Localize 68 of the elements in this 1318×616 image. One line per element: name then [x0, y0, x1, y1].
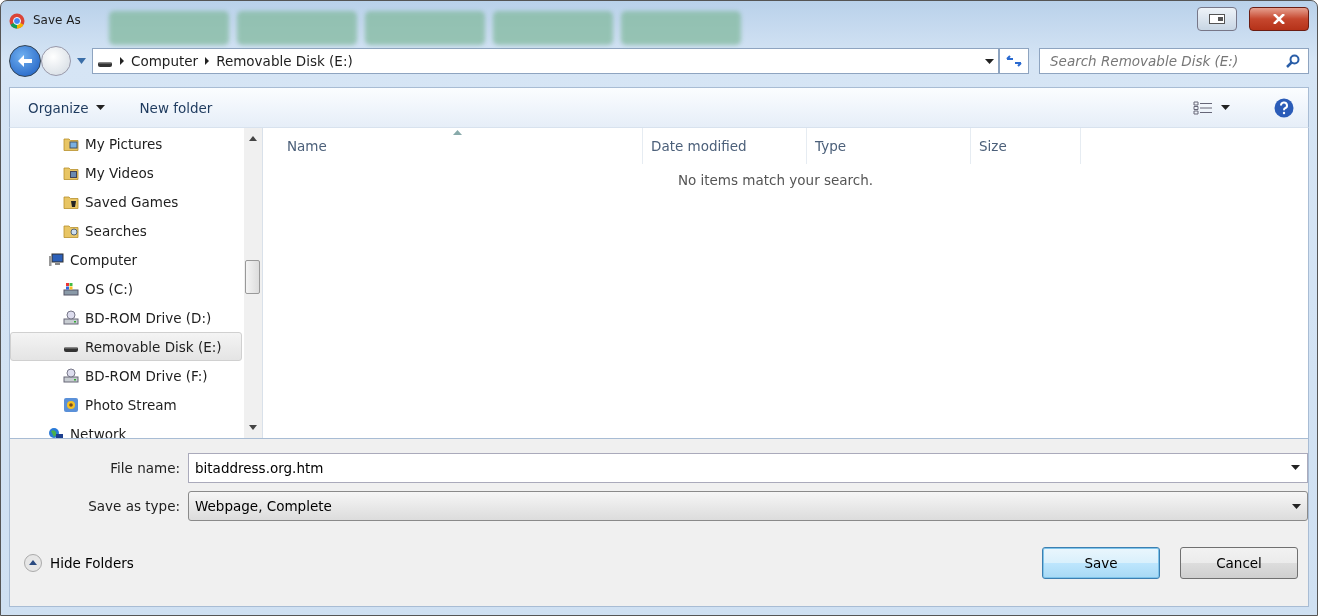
caret-icon: [1292, 503, 1301, 509]
caret-icon: [1291, 465, 1300, 470]
breadcrumb[interactable]: Computer: [131, 53, 199, 69]
os-drive-icon: [63, 280, 79, 297]
column-header[interactable]: Name: [263, 128, 643, 164]
hide-folders-button[interactable]: Hide Folders: [24, 554, 134, 572]
field-label: Save as type:: [87, 498, 180, 514]
caret-icon: [1221, 105, 1230, 110]
nav-item[interactable]: OS (C:): [10, 274, 242, 303]
games-icon: [63, 193, 79, 210]
file-name-field[interactable]: bitaddress.org.htm: [188, 453, 1308, 483]
sort-arrow-icon: [452, 130, 462, 135]
new-folder-button[interactable]: New folder: [135, 97, 217, 118]
column-header[interactable]: Date modified: [643, 128, 807, 164]
removable-icon: [63, 347, 79, 352]
optical-icon: [63, 367, 79, 384]
scroll-thumb[interactable]: [245, 260, 260, 294]
caret-icon: [96, 105, 106, 110]
breadcrumb[interactable]: Removable Disk (E:): [216, 53, 353, 69]
field-label: File name:: [109, 460, 180, 476]
nav-item[interactable]: My Videos: [10, 158, 242, 187]
column-header[interactable]: Type: [807, 128, 971, 164]
optical-icon: [63, 309, 79, 326]
pictures-icon: [63, 135, 79, 152]
photo-icon: [63, 396, 79, 413]
nav-item[interactable]: Photo Stream: [10, 390, 242, 419]
browser-logo-icon: [9, 13, 25, 29]
searches-icon: [63, 222, 79, 239]
empty-message: No items match your search.: [677, 172, 874, 188]
window-title: Save As: [33, 13, 81, 27]
refresh-arrows-icon: [1006, 55, 1022, 67]
refresh-button[interactable]: [999, 48, 1029, 74]
nav-item[interactable]: Network: [10, 419, 242, 438]
nav-item[interactable]: BD-ROM Drive (F:): [10, 361, 242, 390]
file-type-dropdown[interactable]: Webpage, Complete: [188, 491, 1308, 521]
removable-icon: [97, 61, 113, 67]
collapse-icon: [24, 554, 42, 572]
scroll-up-icon: [249, 136, 257, 141]
back-button[interactable]: [9, 45, 41, 77]
caret-icon: [985, 58, 994, 64]
nav-item[interactable]: My Pictures: [10, 129, 242, 158]
back-arrow-icon: [17, 54, 33, 68]
snap-button[interactable]: [1197, 7, 1237, 31]
nav-item[interactable]: Removable Disk (E:): [10, 332, 242, 361]
nav-item[interactable]: BD-ROM Drive (D:): [10, 303, 242, 332]
save-button[interactable]: Save: [1042, 547, 1160, 579]
column-header[interactable]: Size: [971, 128, 1081, 164]
details-view-icon: [1193, 100, 1213, 115]
organize-menu[interactable]: Organize: [24, 97, 110, 118]
nav-item[interactable]: Saved Games: [10, 187, 242, 216]
history-caret-icon: [77, 58, 86, 64]
close-icon: [1273, 14, 1285, 24]
videos-icon: [63, 164, 79, 181]
scroll-down-icon: [249, 425, 257, 430]
search-icon: [1286, 54, 1300, 68]
cancel-button[interactable]: Cancel: [1180, 547, 1298, 579]
window-icon: [1209, 14, 1225, 24]
chevron-icon: [204, 57, 211, 65]
nav-item[interactable]: Computer: [10, 245, 242, 274]
help-icon[interactable]: [1274, 97, 1294, 118]
network-icon: [48, 425, 64, 438]
close-button[interactable]: [1249, 7, 1309, 31]
address-bar[interactable]: Computer Removable Disk (E:): [92, 48, 999, 74]
computer-icon: [48, 251, 64, 268]
chevron-icon: [119, 57, 125, 65]
scrollbar[interactable]: [244, 128, 262, 438]
search-field[interactable]: Search Removable Disk (E:): [1039, 48, 1309, 74]
nav-item[interactable]: Searches: [10, 216, 242, 245]
